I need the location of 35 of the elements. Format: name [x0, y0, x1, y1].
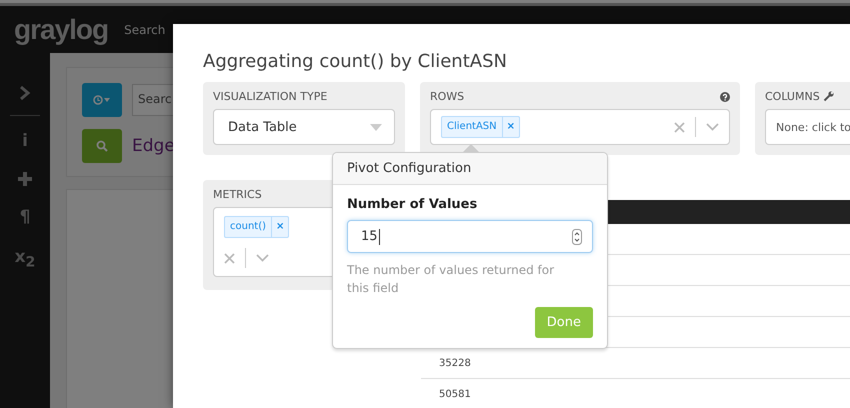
dropdown-arrow-icon — [370, 124, 382, 130]
rows-select[interactable]: ClientASN × — [430, 109, 730, 145]
search-icon — [96, 140, 108, 152]
panel-label: METRICS — [213, 188, 263, 201]
panel-label: ROWS — [430, 90, 464, 103]
search-button[interactable] — [82, 129, 122, 163]
nav-link[interactable]: Search — [124, 22, 166, 36]
spinner-icon[interactable] — [572, 228, 582, 244]
clear-icon[interactable] — [224, 252, 235, 264]
table-cell-text: 50581 — [438, 388, 471, 400]
search-field[interactable]: Searc — [132, 84, 173, 116]
wrench-icon — [822, 91, 834, 102]
clear-icon[interactable] — [674, 122, 685, 132]
clock-icon — [93, 95, 111, 105]
sidebar-item[interactable]: i — [22, 132, 28, 150]
table-cell-text: 35228 — [438, 358, 471, 368]
plus-icon[interactable] — [18, 172, 32, 186]
field-chip[interactable]: ClientASN × — [441, 116, 520, 138]
time-range-button[interactable] — [82, 83, 122, 117]
chevron-down-icon[interactable] — [256, 254, 269, 262]
help-icon[interactable] — [720, 92, 730, 102]
sidebar-item[interactable]: x$_{2}$ — [14, 248, 36, 272]
panel-label: VISUALIZATION TYPE — [213, 90, 328, 103]
sidebar-item[interactable]: ¶ — [20, 208, 30, 226]
modal-title: Aggregating count() by ClientASN — [203, 50, 508, 74]
logo[interactable]: graylog — [14, 14, 108, 46]
visualization-type-select[interactable]: Data Table — [213, 109, 395, 145]
popover-title: Pivot Configuration — [333, 153, 607, 185]
done-button[interactable]: Done — [534, 307, 593, 338]
panel-label: COLUMNS — [765, 90, 820, 103]
number-of-values-input[interactable]: 15 — [347, 220, 593, 253]
search-title[interactable]: Edge — [132, 136, 175, 156]
chevron-down-icon[interactable] — [706, 123, 719, 131]
chevron-right-icon[interactable] — [19, 85, 31, 101]
metric-chip[interactable]: count() × — [224, 216, 290, 238]
